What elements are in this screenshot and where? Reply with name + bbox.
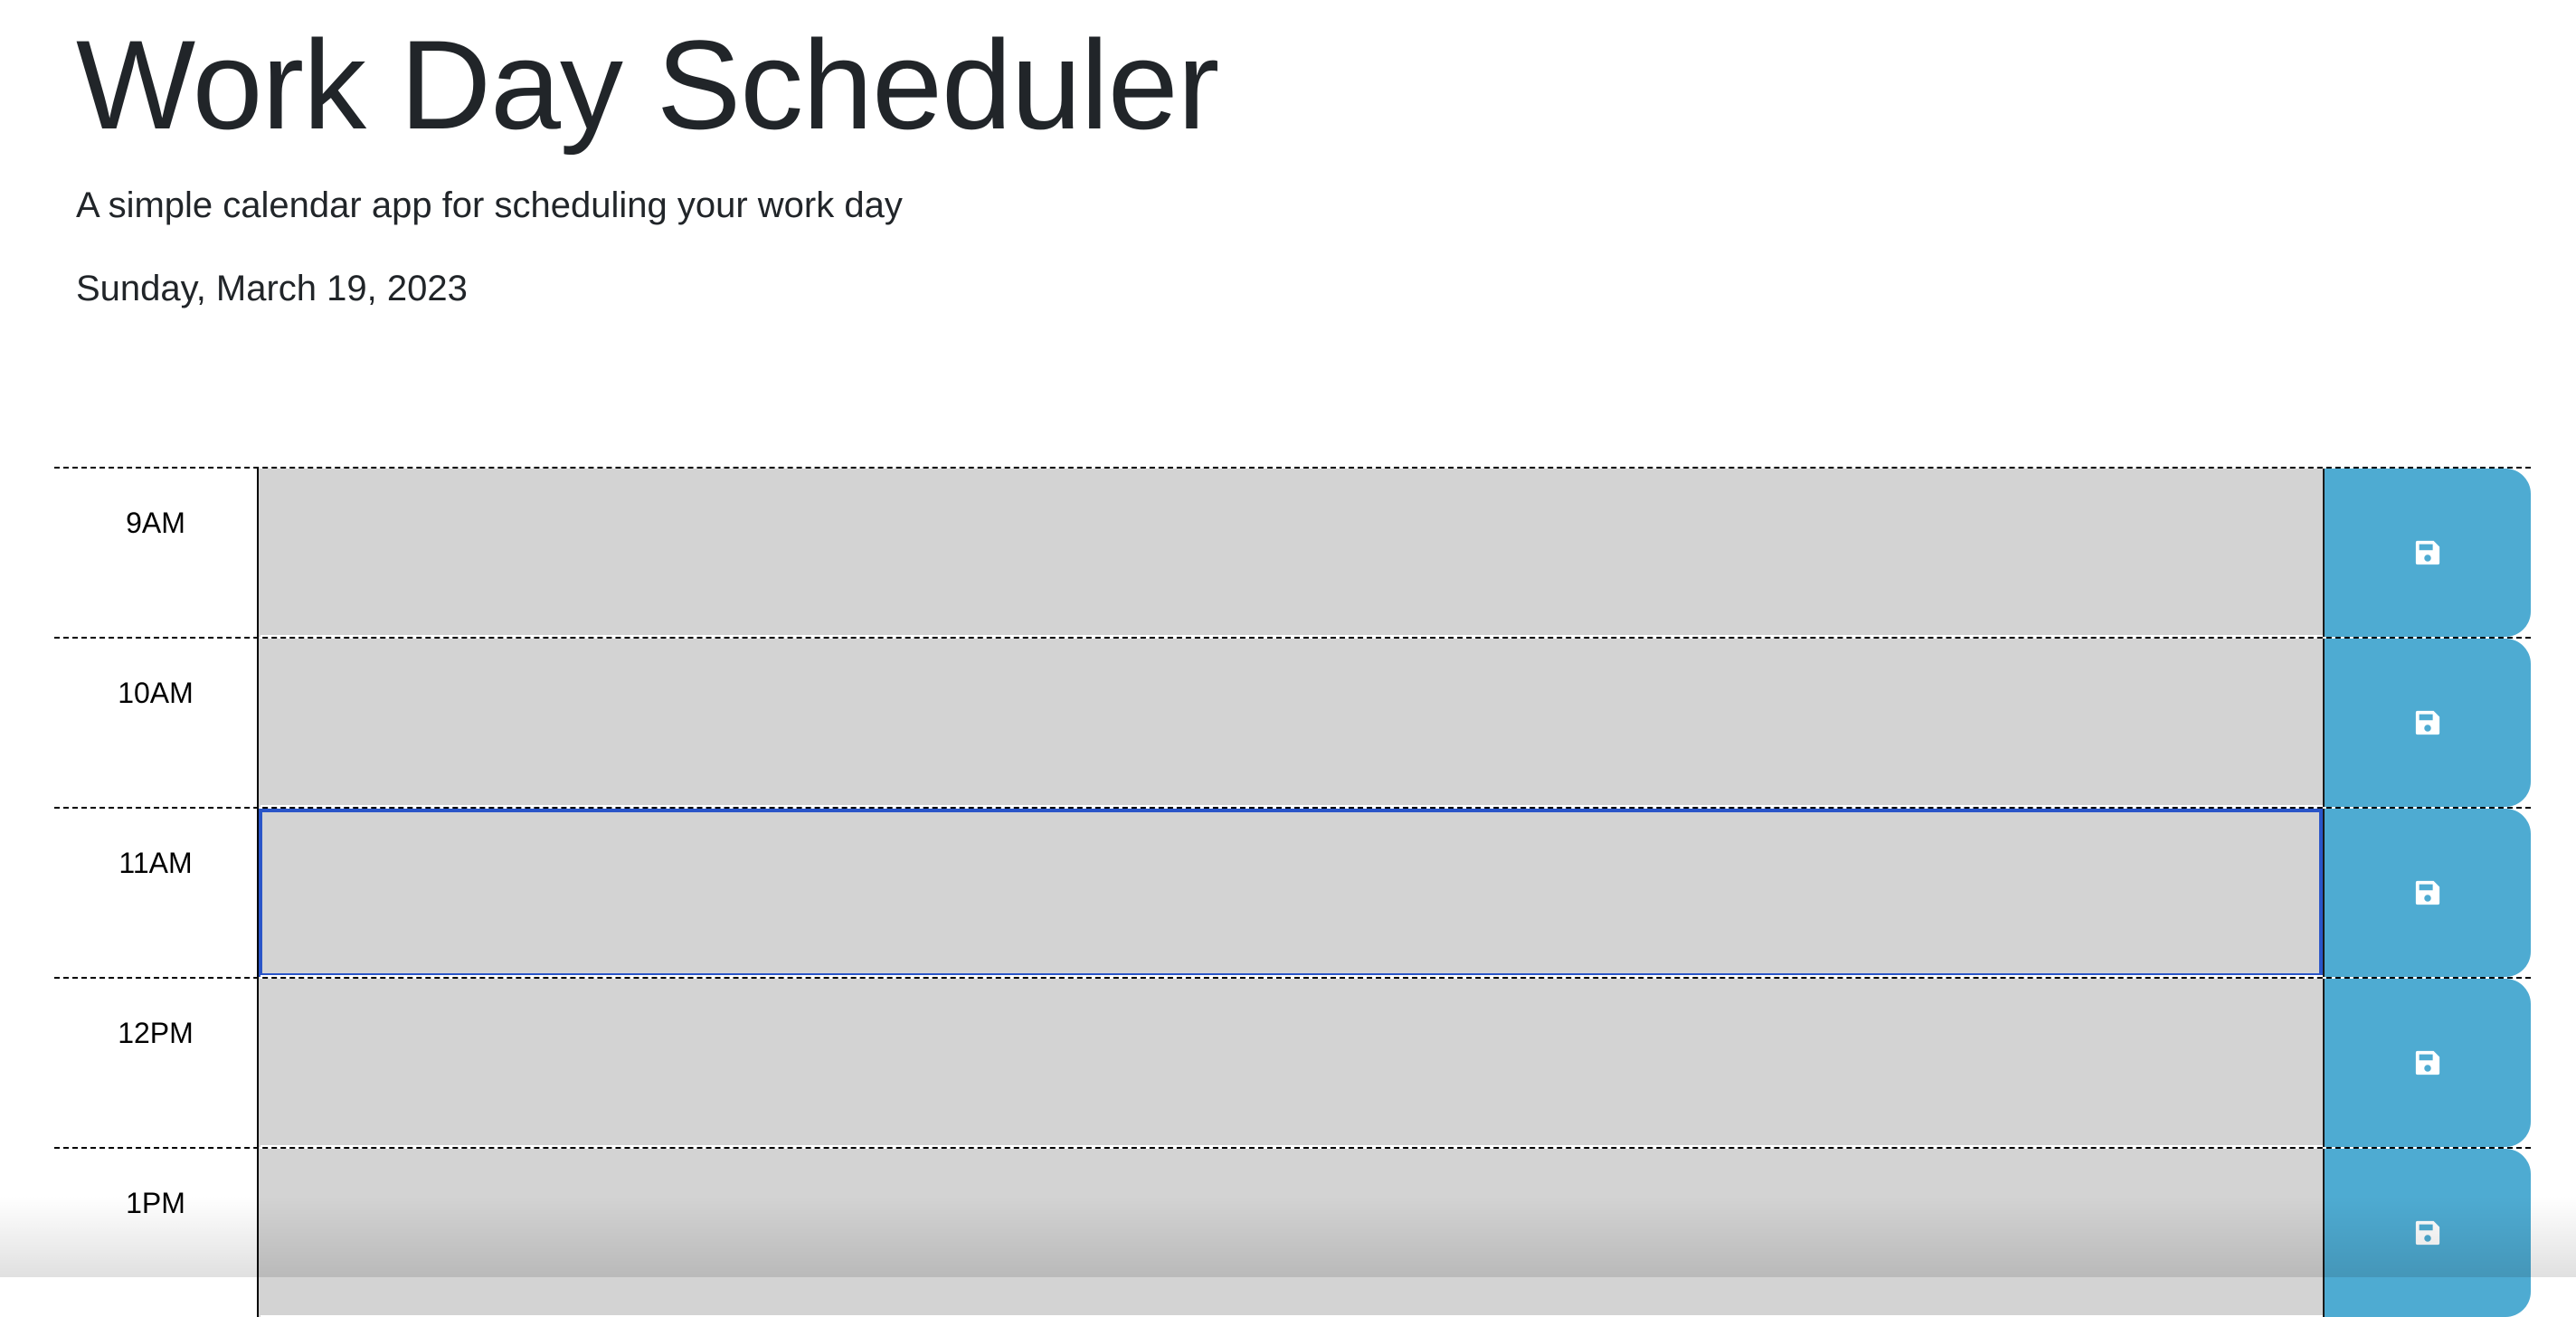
event-description-input[interactable] xyxy=(259,639,2323,807)
time-block-1pm: 1PM xyxy=(54,1147,2531,1317)
time-block-11am: 11AM xyxy=(54,807,2531,977)
hour-label: 11AM xyxy=(54,809,259,977)
event-description-input[interactable] xyxy=(259,469,2323,637)
save-button[interactable] xyxy=(2323,809,2531,977)
save-button[interactable] xyxy=(2323,1149,2531,1317)
floppy-disk-icon xyxy=(2414,1219,2441,1246)
floppy-disk-icon xyxy=(2414,879,2441,906)
floppy-disk-icon xyxy=(2414,1049,2441,1076)
hour-label: 10AM xyxy=(54,639,259,807)
event-description-input[interactable] xyxy=(259,809,2323,977)
page-subtitle: A simple calendar app for scheduling you… xyxy=(76,183,2576,228)
schedule-container: 9AM 10AM 11AM 12PM xyxy=(54,467,2531,1317)
floppy-disk-icon xyxy=(2414,539,2441,566)
hour-label: 9AM xyxy=(54,469,259,637)
save-button[interactable] xyxy=(2323,469,2531,637)
floppy-disk-icon xyxy=(2414,709,2441,736)
hour-label: 1PM xyxy=(54,1149,259,1317)
current-day: Sunday, March 19, 2023 xyxy=(76,266,2576,311)
time-block-9am: 9AM xyxy=(54,467,2531,637)
save-button[interactable] xyxy=(2323,979,2531,1147)
event-description-input[interactable] xyxy=(259,979,2323,1147)
page-title: Work Day Scheduler xyxy=(76,0,2576,157)
time-block-10am: 10AM xyxy=(54,637,2531,807)
save-button[interactable] xyxy=(2323,639,2531,807)
hour-label: 12PM xyxy=(54,979,259,1147)
header: Work Day Scheduler A simple calendar app… xyxy=(0,0,2576,467)
time-block-12pm: 12PM xyxy=(54,977,2531,1147)
event-description-input[interactable] xyxy=(259,1149,2323,1317)
